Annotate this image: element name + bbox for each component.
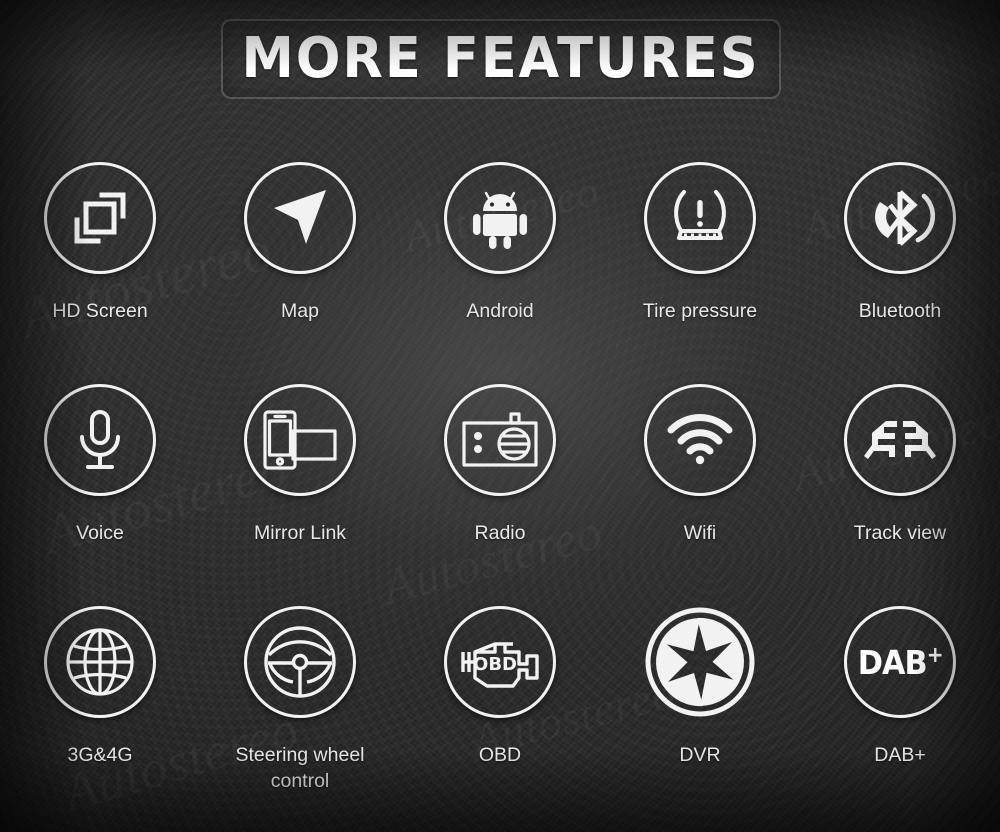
feature-label: DAB+ [874,744,926,766]
feature-label: Radio [474,522,526,544]
icon-circle [444,162,556,274]
feature-item-steering-wheel-control[interactable]: Steering wheel control [200,584,400,809]
icon-circle [644,162,756,274]
bluetooth-phone-icon [874,190,935,246]
features-row: Voice Mirror Link Radio Wifi Track view [0,362,1000,584]
icon-circle [244,384,356,496]
microphone-icon [80,410,120,469]
icon-circle [44,606,156,718]
feature-item-radio[interactable]: Radio [400,362,600,584]
feature-label: Mirror Link [253,522,347,544]
feature-item-mirror-link[interactable]: Mirror Link [200,362,400,584]
steering-wheel-icon [264,626,336,698]
feature-item-tire-pressure[interactable]: Tire pressure [600,140,800,362]
feature-label: Wifi [683,522,717,544]
feature-item-obd[interactable]: OBD OBD [400,584,600,809]
feature-item-android[interactable]: Android [400,140,600,362]
obd-icon-text: OBD [473,654,517,675]
feature-poster: Autostereo Autostereo Autostereo Autoste… [0,0,1000,832]
feature-item-voice[interactable]: Voice [0,362,200,584]
icon-circle [44,162,156,274]
feature-label: Map [281,300,319,322]
feature-item-dvr[interactable]: DVR [600,584,800,809]
feature-item-wifi[interactable]: Wifi [600,362,800,584]
feature-label: Steering wheel control [235,744,365,792]
icon-circle [844,384,956,496]
tire-pressure-warning-icon [674,190,726,240]
feature-label: OBD [478,744,522,766]
camera-aperture-icon [645,607,755,717]
dab-plus-sign: + [926,643,944,668]
feature-item-dab-plus[interactable]: DAB+ DAB+ [800,584,1000,809]
feature-label: Bluetooth [858,300,942,322]
android-robot-icon [473,191,527,249]
feature-item-hd-screen[interactable]: HD Screen [0,140,200,362]
icon-circle [244,162,356,274]
globe-icon [66,628,134,696]
dab-plus-icon: DAB+ [857,643,944,682]
navigation-arrow-icon [274,190,326,244]
dab-icon-text: DAB [857,643,927,682]
feature-label: DVR [679,744,721,766]
icon-circle: OBD [444,606,556,718]
features-row: HD Screen Map Android Tire pressure Blue… [0,140,1000,362]
wifi-icon [667,414,733,465]
track-view-icon [864,421,936,459]
feature-label: Track view [853,522,947,544]
page-title: MORE FEATURES [241,26,761,91]
icon-circle [844,162,956,274]
hd-screen-icon [74,192,126,244]
feature-label: 3G&4G [67,744,133,766]
feature-label: Tire pressure [642,300,758,322]
feature-item-map[interactable]: Map [200,140,400,362]
radio-icon [462,412,538,467]
icon-circle [44,384,156,496]
mirror-link-icon [263,410,337,470]
obd-engine-icon: OBD [461,642,539,688]
feature-item-track-view[interactable]: Track view [800,362,1000,584]
icon-circle: DAB+ [844,606,956,718]
features-row: 3G&4G Steering wheel control OBD OBD DVR… [0,584,1000,809]
page-title-banner: MORE FEATURES [221,19,781,99]
feature-item-bluetooth[interactable]: Bluetooth [800,140,1000,362]
feature-label: Voice [76,522,124,544]
icon-circle [644,384,756,496]
icon-circle [644,606,756,718]
feature-label: Android [466,300,534,322]
feature-item-3g-4g[interactable]: 3G&4G [0,584,200,809]
features-grid: HD Screen Map Android Tire pressure Blue… [0,140,1000,809]
icon-circle [244,606,356,718]
feature-label: HD Screen [52,300,148,322]
icon-circle [444,384,556,496]
